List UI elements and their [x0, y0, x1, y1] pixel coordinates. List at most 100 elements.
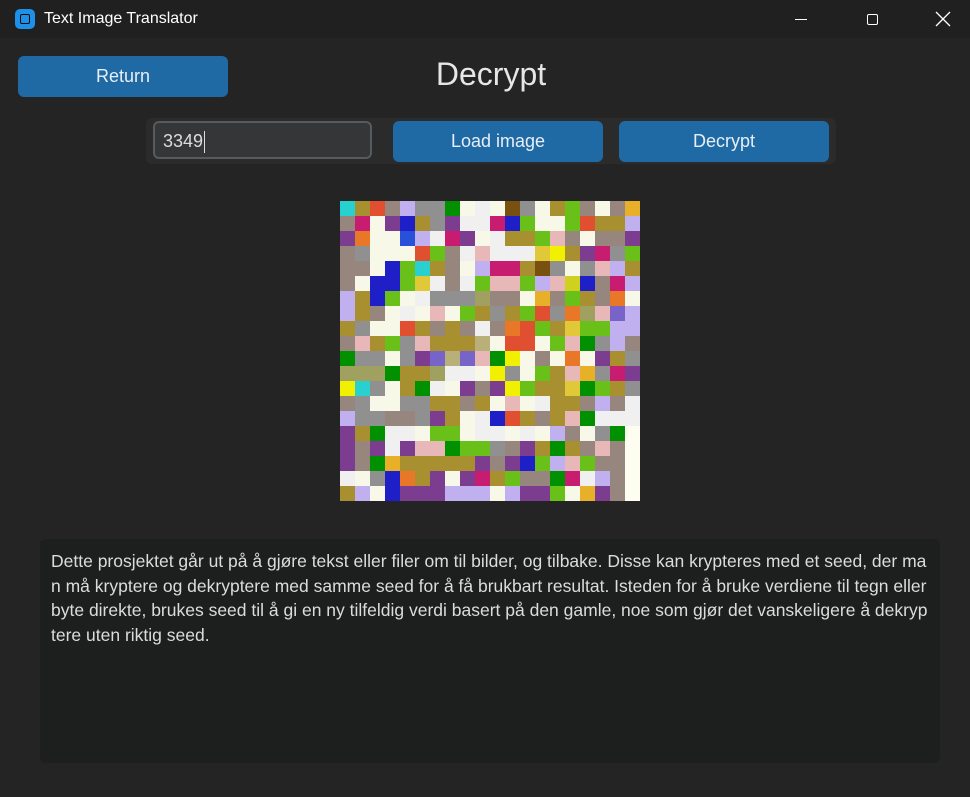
pixel-cell — [340, 486, 355, 501]
pixel-cell — [550, 321, 565, 336]
pixel-cell — [580, 471, 595, 486]
pixel-cell — [460, 441, 475, 456]
pixel-cell — [610, 486, 625, 501]
decrypt-button[interactable]: Decrypt — [619, 121, 829, 162]
pixel-cell — [580, 426, 595, 441]
pixel-cell — [370, 231, 385, 246]
pixel-cell — [565, 201, 580, 216]
pixel-cell — [355, 426, 370, 441]
pixel-cell — [475, 471, 490, 486]
pixel-cell — [550, 456, 565, 471]
pixel-cell — [430, 261, 445, 276]
pixel-cell — [340, 261, 355, 276]
pixel-cell — [430, 201, 445, 216]
pixel-cell — [490, 306, 505, 321]
pixel-cell — [370, 396, 385, 411]
pixel-cell — [595, 456, 610, 471]
pixel-cell — [475, 456, 490, 471]
pixel-cell — [355, 441, 370, 456]
seed-input[interactable]: 3349 — [153, 121, 372, 159]
pixel-cell — [610, 246, 625, 261]
pixel-cell — [595, 486, 610, 501]
pixel-cell — [535, 381, 550, 396]
pixel-cell — [385, 456, 400, 471]
pixel-cell — [595, 261, 610, 276]
pixel-cell — [460, 426, 475, 441]
load-image-button[interactable]: Load image — [393, 121, 603, 162]
pixel-cell — [355, 411, 370, 426]
pixel-cell — [400, 261, 415, 276]
pixel-cell — [355, 291, 370, 306]
pixel-cell — [565, 276, 580, 291]
pixel-cell — [580, 396, 595, 411]
pixel-cell — [475, 411, 490, 426]
pixel-cell — [460, 411, 475, 426]
pixel-cell — [475, 486, 490, 501]
pixel-cell — [355, 351, 370, 366]
pixel-cell — [520, 321, 535, 336]
pixel-cell — [535, 396, 550, 411]
pixel-cell — [445, 216, 460, 231]
pixel-cell — [610, 276, 625, 291]
pixel-cell — [535, 351, 550, 366]
pixel-cell — [415, 381, 430, 396]
seed-input-value: 3349 — [163, 131, 204, 151]
close-button[interactable] — [920, 0, 966, 38]
pixel-cell — [520, 411, 535, 426]
pixel-cell — [340, 381, 355, 396]
pixel-cell — [490, 336, 505, 351]
pixel-cell — [505, 486, 520, 501]
pixel-cell — [430, 246, 445, 261]
app-icon — [15, 9, 35, 29]
pixel-cell — [490, 396, 505, 411]
pixel-cell — [475, 306, 490, 321]
pixel-cell — [385, 396, 400, 411]
pixel-cell — [370, 426, 385, 441]
pixel-cell — [400, 306, 415, 321]
pixel-cell — [430, 381, 445, 396]
pixel-cell — [505, 231, 520, 246]
pixel-cell — [595, 321, 610, 336]
pixel-cell — [535, 321, 550, 336]
pixel-cell — [475, 366, 490, 381]
pixel-cell — [385, 261, 400, 276]
pixel-cell — [610, 456, 625, 471]
maximize-icon — [866, 13, 878, 25]
pixel-cell — [490, 216, 505, 231]
pixel-cell — [370, 366, 385, 381]
pixel-cell — [535, 336, 550, 351]
pixel-cell — [355, 261, 370, 276]
pixel-cell — [580, 291, 595, 306]
pixel-cell — [520, 276, 535, 291]
pixel-cell — [460, 291, 475, 306]
pixel-cell — [385, 201, 400, 216]
pixel-cell — [505, 351, 520, 366]
pixel-cell — [370, 261, 385, 276]
pixel-cell — [625, 261, 640, 276]
pixel-cell — [520, 366, 535, 381]
pixel-cell — [595, 306, 610, 321]
pixel-cell — [580, 321, 595, 336]
pixel-cell — [490, 291, 505, 306]
pixel-cell — [340, 396, 355, 411]
pixel-cell — [490, 471, 505, 486]
pixel-cell — [595, 426, 610, 441]
minimize-button[interactable] — [778, 0, 824, 38]
pixel-cell — [355, 201, 370, 216]
pixel-cell — [430, 456, 445, 471]
decrypted-text-output[interactable]: Dette prosjektet går ut på å gjøre tekst… — [40, 539, 940, 763]
pixel-cell — [520, 246, 535, 261]
maximize-button[interactable] — [849, 0, 895, 38]
pixel-cell — [445, 231, 460, 246]
pixel-cell — [565, 486, 580, 501]
pixel-cell — [430, 216, 445, 231]
pixel-cell — [445, 291, 460, 306]
pixel-cell — [610, 231, 625, 246]
pixel-cell — [490, 366, 505, 381]
pixel-cell — [475, 336, 490, 351]
pixel-cell — [445, 336, 460, 351]
pixel-cell — [610, 261, 625, 276]
pixel-cell — [505, 276, 520, 291]
pixel-cell — [625, 246, 640, 261]
pixel-cell — [370, 441, 385, 456]
